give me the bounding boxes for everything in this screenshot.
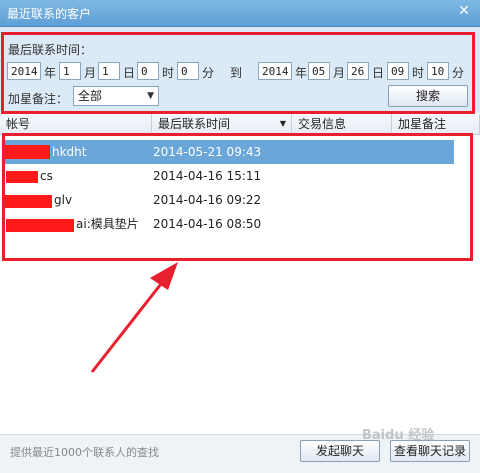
footer-hint: 提供最近1000个联系人的查找 bbox=[10, 446, 159, 459]
arrow-head bbox=[150, 262, 178, 290]
arrow-shaft bbox=[90, 274, 170, 373]
annotation-arrow bbox=[90, 262, 178, 373]
watermark: Baidu 经验 bbox=[362, 428, 435, 443]
view-chat-history-button[interactable]: 查看聊天记录 bbox=[390, 440, 470, 462]
start-chat-button[interactable]: 发起聊天 bbox=[300, 440, 380, 462]
